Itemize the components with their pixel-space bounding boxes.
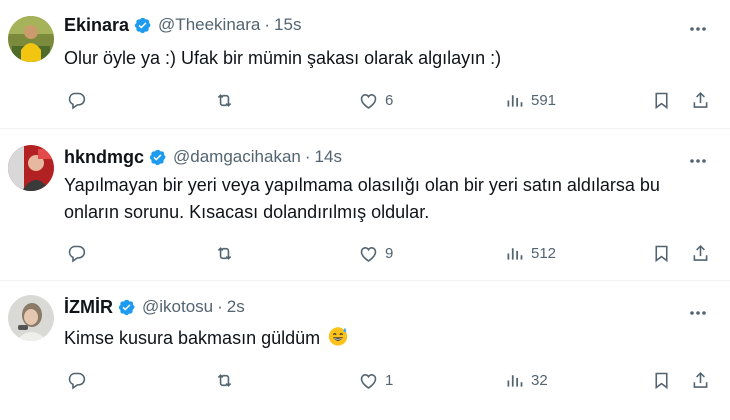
user-handle[interactable]: @ikotosu (142, 297, 213, 317)
tweet-feed: Ekinara @Theekinara · 15s Olur öyle ya :… (0, 0, 730, 420)
timestamp[interactable]: 14s (315, 147, 342, 167)
views-button[interactable]: 512 (504, 241, 556, 265)
tweet-header: Ekinara @Theekinara · 15s (64, 14, 301, 36)
views-button[interactable]: 32 (504, 368, 548, 392)
bookmark-button[interactable] (651, 241, 672, 265)
reply-button[interactable] (66, 241, 87, 265)
separator-dot: · (264, 15, 271, 34)
like-button[interactable]: 6 (358, 88, 393, 112)
view-count: 32 (531, 371, 548, 389)
bookmark-button[interactable] (651, 88, 672, 112)
reply-button[interactable] (66, 368, 87, 392)
tweet-actions: 6 591 (66, 88, 716, 112)
heart-icon (360, 246, 377, 262)
like-button[interactable]: 1 (358, 368, 393, 392)
user-handle[interactable]: @Theekinara (158, 15, 260, 35)
tweet-header: hkndmgc @damgacihakan · 14s (64, 146, 342, 168)
like-count: 6 (385, 91, 394, 109)
user-name[interactable]: hkndmgc (64, 147, 144, 168)
like-button[interactable]: 9 (358, 241, 393, 265)
verified-badge-icon (148, 148, 167, 167)
reply-icon (68, 92, 86, 109)
tweet-text-content: Olur öyle ya :) Ufak bir mümin şakası ol… (64, 48, 502, 68)
user-handle[interactable]: @damgacihakan (173, 147, 301, 167)
tweet-3[interactable]: İZMİR @ikotosu · 2s Kimse kusura bakması… (0, 281, 730, 420)
avatar-hkndmgc[interactable] (8, 145, 54, 191)
more-options-icon[interactable] (688, 151, 708, 171)
share-button[interactable] (690, 241, 711, 265)
separator-dot: · (217, 297, 223, 316)
retweet-button[interactable] (214, 368, 235, 392)
views-chart-icon (507, 374, 523, 387)
share-icon (693, 91, 708, 108)
bookmark-button[interactable] (651, 368, 672, 392)
timestamp[interactable]: 15s (274, 15, 301, 35)
retweet-button[interactable] (214, 241, 235, 265)
reply-button[interactable] (66, 88, 87, 112)
heart-icon (360, 373, 377, 389)
heart-icon (360, 93, 377, 109)
reply-icon (68, 372, 86, 389)
tweet-text-content: Kimse kusura bakmasın güldüm (64, 328, 321, 348)
avatar-ekinara[interactable] (8, 16, 54, 62)
user-name[interactable]: Ekinara (64, 15, 129, 36)
view-count: 591 (531, 91, 557, 109)
timestamp[interactable]: 2s (227, 297, 245, 317)
tweet-text: Olur öyle ya :) Ufak bir mümin şakası ol… (64, 45, 714, 72)
share-icon (693, 371, 708, 388)
verified-badge-icon (117, 298, 136, 317)
sweat-smile-emoji-icon (327, 325, 349, 355)
retweet-icon (217, 246, 232, 260)
retweet-icon (217, 373, 232, 387)
more-options-icon[interactable] (688, 303, 708, 323)
share-button[interactable] (690, 88, 711, 112)
tweet-actions: 9 512 (66, 241, 716, 265)
more-options-icon[interactable] (688, 19, 708, 39)
view-count: 512 (531, 244, 557, 262)
retweet-button[interactable] (214, 88, 235, 112)
bookmark-icon (655, 372, 668, 389)
views-button[interactable]: 591 (504, 88, 556, 112)
share-icon (693, 244, 708, 261)
bookmark-icon (655, 245, 668, 262)
tweet-1[interactable]: Ekinara @Theekinara · 15s Olur öyle ya :… (0, 0, 730, 128)
separator-dot: · (304, 147, 311, 166)
like-count: 1 (385, 371, 394, 389)
user-name[interactable]: İZMİR (64, 297, 113, 318)
tweet-text-content: Yapılmayan bir yeri veya yapılmama olası… (64, 175, 660, 222)
tweet-text: Yapılmayan bir yeri veya yapılmama olası… (64, 172, 714, 226)
tweet-text: Kimse kusura bakmasın güldüm (64, 325, 714, 355)
reply-icon (68, 245, 86, 262)
retweet-icon (217, 93, 232, 107)
tweet-2[interactable]: hkndmgc @damgacihakan · 14s Yapılmayan b… (0, 129, 730, 280)
tweet-actions: 1 32 (66, 368, 716, 392)
bookmark-icon (655, 92, 668, 109)
share-button[interactable] (690, 368, 711, 392)
views-chart-icon (507, 247, 523, 260)
views-chart-icon (507, 94, 523, 107)
verified-badge-icon (133, 16, 152, 35)
tweet-header: İZMİR @ikotosu · 2s (64, 296, 245, 318)
like-count: 9 (385, 244, 394, 262)
avatar-izmir[interactable] (8, 295, 54, 341)
